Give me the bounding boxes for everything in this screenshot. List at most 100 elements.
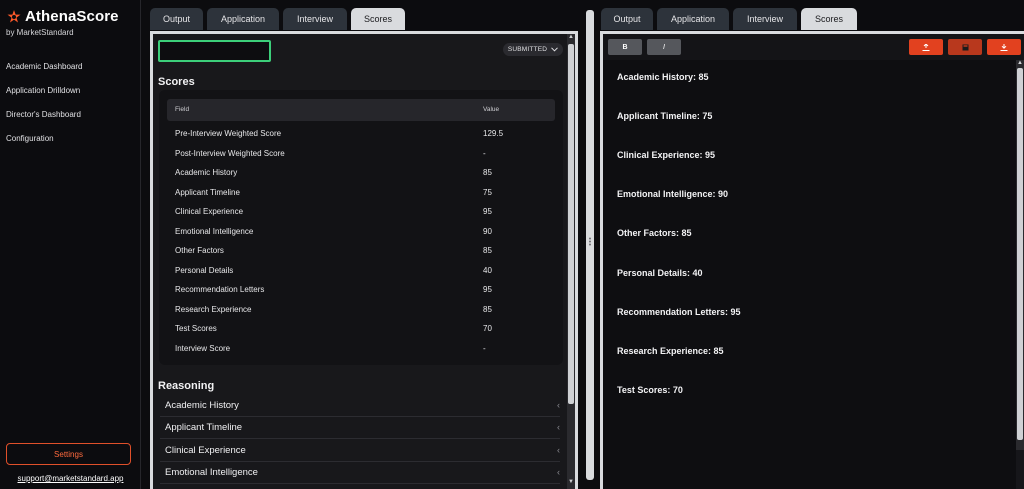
column-header-field: Field [175, 106, 190, 113]
drag-handle-icon[interactable]: • • • [587, 236, 593, 249]
left-scrollbar[interactable]: ▲ ▼ [567, 34, 575, 489]
chevron-left-icon[interactable]: ‹ [557, 400, 560, 410]
reasoning-item-label: Applicant Timeline [165, 422, 243, 434]
cell-value: 40 [483, 265, 492, 275]
upload-button[interactable] [909, 39, 943, 55]
table-row: Test Scores 70 [167, 319, 555, 339]
cell-field: Test Scores [175, 324, 217, 333]
status-input[interactable] [158, 40, 271, 62]
cell-field: Pre-Interview Weighted Score [175, 129, 282, 138]
scroll-down-icon[interactable]: ▼ [567, 479, 575, 485]
download-button[interactable] [987, 39, 1021, 55]
editor-line: Emotional Intelligence: 90 [617, 189, 729, 200]
left-tab-application[interactable]: Application [207, 8, 279, 30]
left-tab-output[interactable]: Output [150, 8, 203, 30]
reasoning-heading: Reasoning [158, 380, 215, 392]
table-row: Academic History 85 [167, 163, 555, 183]
table-row: Applicant Timeline 75 [167, 183, 555, 203]
support-email-link[interactable]: support@marketstandard.app [0, 474, 141, 483]
cell-field: Personal Details [175, 265, 234, 275]
table-header: Field Value [167, 99, 555, 121]
left-tab-scores[interactable]: Scores [351, 8, 405, 30]
cell-value: 95 [483, 285, 492, 294]
cell-value: 95 [483, 207, 492, 216]
scroll-up-icon[interactable]: ▲ [1016, 60, 1024, 66]
sidebar-item-application-drilldown[interactable]: Application Drilldown [6, 86, 82, 110]
table-row: Recommendation Letters 95 [167, 280, 555, 300]
download-icon [1000, 43, 1008, 51]
brand: AthenaScore [7, 8, 119, 25]
reasoning-item[interactable]: Academic History ‹ [160, 395, 560, 417]
scroll-thumb[interactable] [1017, 68, 1023, 440]
cell-field: Clinical Experience [175, 207, 244, 216]
table-row: Research Experience 85 [167, 300, 555, 320]
settings-button[interactable]: Settings [6, 443, 131, 465]
cell-field: Research Experience [175, 304, 252, 314]
column-header-value: Value [483, 106, 500, 113]
right-scrollbar[interactable]: ▲ [1016, 60, 1024, 450]
cell-value: 85 [483, 246, 492, 255]
cell-value: 90 [483, 226, 492, 236]
bold-button[interactable]: B [608, 39, 642, 55]
scroll-up-icon[interactable]: ▲ [567, 34, 575, 40]
right-tab-interview[interactable]: Interview [733, 8, 797, 30]
scroll-thumb[interactable] [568, 44, 574, 404]
table-row: Other Factors 85 [167, 241, 555, 261]
reasoning-item-label: Academic History [165, 400, 239, 411]
table-row: Personal Details 40 [167, 261, 555, 281]
cell-field: Emotional Intelligence [175, 226, 254, 236]
sidebar: AthenaScore by MarketStandard Academic D… [0, 0, 141, 489]
right-tab-application[interactable]: Application [657, 8, 729, 30]
sidebar-item-academic-dashboard[interactable]: Academic Dashboard [6, 62, 82, 86]
cell-field: Recommendation Letters [175, 285, 265, 294]
chevron-left-icon[interactable]: ‹ [557, 422, 560, 432]
reasoning-item-label: Clinical Experience [165, 444, 246, 456]
right-panel: B I Academic History: 85 Applicant Timeli… [600, 31, 1024, 489]
chevron-left-icon[interactable]: ‹ [557, 467, 560, 477]
cell-field: Other Factors [175, 246, 224, 255]
chevron-down-icon [551, 47, 559, 52]
table-row: Emotional Intelligence 90 [167, 222, 555, 242]
cell-value: - [483, 148, 486, 158]
table-row: Pre-Interview Weighted Score 129.5 [167, 124, 555, 144]
sidebar-item-directors-dashboard[interactable]: Director's Dashboard [6, 110, 82, 134]
cell-value: 85 [483, 304, 492, 314]
score-editor[interactable]: Academic History: 85 Applicant Timeline: … [603, 60, 1016, 489]
reasoning-item[interactable]: Emotional Intelligence ‹ [160, 462, 560, 484]
editor-line: Other Factors: 85 [617, 228, 692, 239]
right-tab-scores[interactable]: Scores [801, 8, 857, 30]
sidebar-item-configuration[interactable]: Configuration [6, 134, 82, 158]
status-dropdown[interactable]: SUBMITTED [503, 43, 563, 56]
cell-field: Interview Score [175, 343, 231, 353]
cell-value: 85 [483, 168, 492, 177]
app-root: AthenaScore by MarketStandard Academic D… [0, 0, 1024, 489]
reasoning-item[interactable]: Clinical Experience ‹ [160, 440, 560, 462]
editor-line: Clinical Experience: 95 [617, 150, 716, 161]
editor-toolbar: B I [603, 34, 1024, 60]
editor-line: Recommendation Letters: 95 [617, 306, 741, 317]
cell-field: Post-Interview Weighted Score [175, 148, 285, 158]
editor-line: Academic History: 85 [617, 72, 709, 82]
brand-subtitle: by MarketStandard [6, 28, 74, 37]
right-tab-output[interactable]: Output [601, 8, 653, 30]
save-icon [962, 44, 968, 50]
table-row: Post-Interview Weighted Score - [167, 144, 555, 164]
cell-field: Applicant Timeline [175, 187, 240, 197]
table-row: Clinical Experience 95 [167, 202, 555, 222]
panel-splitter[interactable]: • • • [586, 10, 594, 480]
cell-value: 129.5 [483, 129, 504, 138]
reasoning-item[interactable]: Applicant Timeline ‹ [160, 417, 560, 440]
right-tabbar: Output Application Interview Scores [601, 8, 857, 30]
save-button[interactable] [948, 39, 982, 55]
left-tab-interview[interactable]: Interview [283, 8, 347, 30]
left-tabbar: Output Application Interview Scores [150, 8, 405, 30]
brand-name: AthenaScore [25, 8, 119, 25]
scores-heading: Scores [158, 76, 195, 88]
chevron-left-icon[interactable]: ‹ [557, 445, 560, 455]
editor-line: Test Scores: 70 [617, 384, 683, 395]
scores-table: Field Value Pre-Interview Weighted Score… [159, 90, 563, 365]
italic-button[interactable]: I [647, 39, 681, 55]
flame-star-icon [7, 9, 21, 22]
reasoning-item-label: Emotional Intelligence [165, 466, 258, 478]
cell-value: 70 [483, 324, 492, 333]
